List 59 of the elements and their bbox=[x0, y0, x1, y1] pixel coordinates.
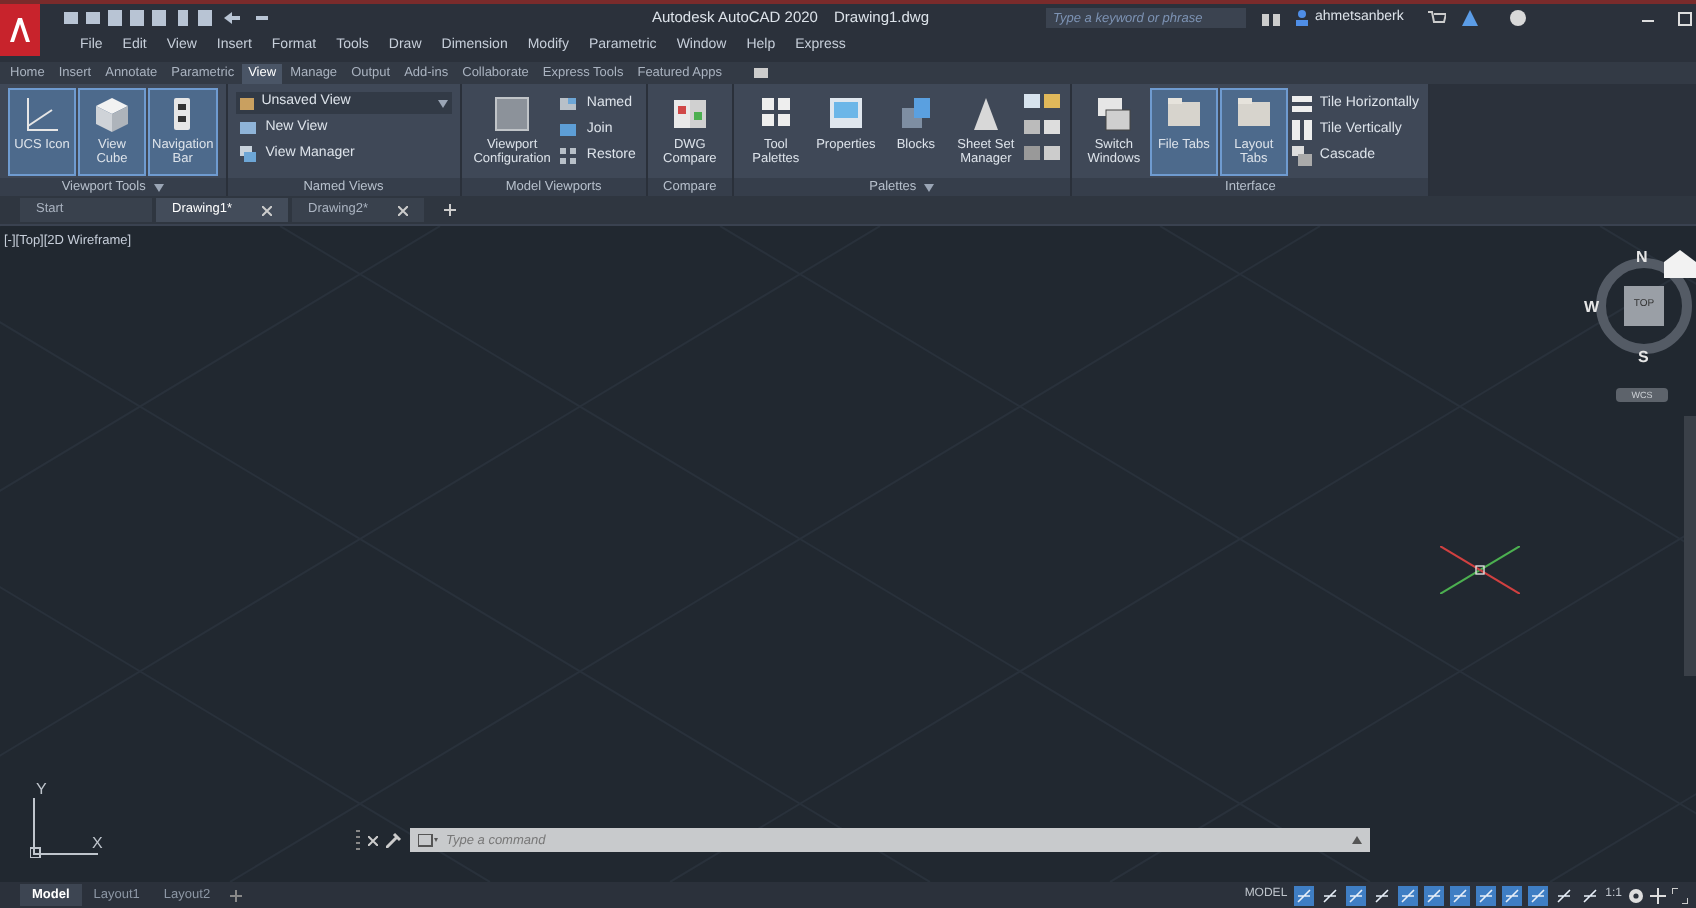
join-icon bbox=[558, 120, 579, 140]
compass-west: W bbox=[1584, 296, 1600, 320]
restore-icon bbox=[558, 146, 579, 166]
app-logo[interactable] bbox=[0, 4, 40, 56]
compass-north: N bbox=[1636, 246, 1648, 270]
named-icon bbox=[558, 94, 579, 114]
plus-icon bbox=[230, 889, 243, 901]
status-toggle-icon[interactable] bbox=[1527, 885, 1548, 905]
binoculars-icon bbox=[1261, 11, 1280, 25]
logo-icon bbox=[8, 18, 32, 42]
status-toggle-icon[interactable] bbox=[1345, 885, 1366, 905]
viewport-icon bbox=[492, 94, 533, 134]
status-toggle-icon[interactable] bbox=[1371, 885, 1392, 905]
home-icon bbox=[1664, 250, 1696, 278]
cart-icon bbox=[1427, 10, 1446, 26]
status-toggle-icon[interactable] bbox=[1319, 885, 1340, 905]
cube-icon bbox=[92, 94, 132, 134]
prompt-icon bbox=[418, 833, 438, 847]
tile-horizontal-icon bbox=[1291, 94, 1312, 114]
toggle-icon bbox=[754, 68, 774, 80]
status-toggle-icon[interactable] bbox=[1397, 885, 1418, 905]
ucs-icon bbox=[22, 94, 62, 134]
caret-icon bbox=[437, 99, 448, 107]
scrollbar[interactable] bbox=[1684, 416, 1696, 676]
wrench-icon bbox=[386, 832, 402, 848]
close-icon bbox=[398, 205, 408, 215]
close-icon bbox=[262, 205, 272, 215]
manager-icon bbox=[237, 144, 258, 164]
caret-icon bbox=[924, 183, 935, 191]
windows-icon bbox=[1093, 94, 1134, 134]
status-toggle-icon[interactable] bbox=[1553, 885, 1574, 905]
crosshair-icon bbox=[1440, 546, 1520, 594]
cascade-icon bbox=[1291, 146, 1312, 166]
compass-south: S bbox=[1638, 346, 1649, 370]
status-toggle-icon[interactable] bbox=[1501, 885, 1522, 905]
properties-icon bbox=[825, 94, 866, 134]
status-toggle-icon[interactable] bbox=[1579, 885, 1600, 905]
plus-icon bbox=[444, 204, 456, 216]
status-toggle-icon[interactable] bbox=[1449, 885, 1470, 905]
view-icon bbox=[239, 97, 254, 109]
gear-icon bbox=[1628, 887, 1644, 903]
view-icon bbox=[237, 118, 258, 138]
triangle-icon bbox=[1461, 10, 1478, 26]
caret-icon bbox=[153, 183, 164, 191]
compare-icon bbox=[669, 94, 710, 134]
y-axis-label: Y bbox=[36, 778, 47, 802]
plus-icon bbox=[1650, 887, 1666, 903]
tile-vertical-icon bbox=[1291, 120, 1312, 140]
x-axis-label: X bbox=[92, 832, 103, 856]
status-toggle-icon[interactable] bbox=[1423, 885, 1444, 905]
caret-up-icon bbox=[1352, 836, 1362, 844]
status-toggle-icon[interactable] bbox=[1475, 885, 1496, 905]
help-icon bbox=[1509, 10, 1526, 26]
maximize-icon bbox=[1677, 11, 1692, 25]
close-icon bbox=[368, 835, 378, 845]
fullscreen-icon bbox=[1672, 887, 1688, 903]
status-toggle-icon[interactable] bbox=[1293, 885, 1314, 905]
user-icon bbox=[1295, 10, 1308, 26]
ucs-axes-icon bbox=[30, 798, 102, 858]
